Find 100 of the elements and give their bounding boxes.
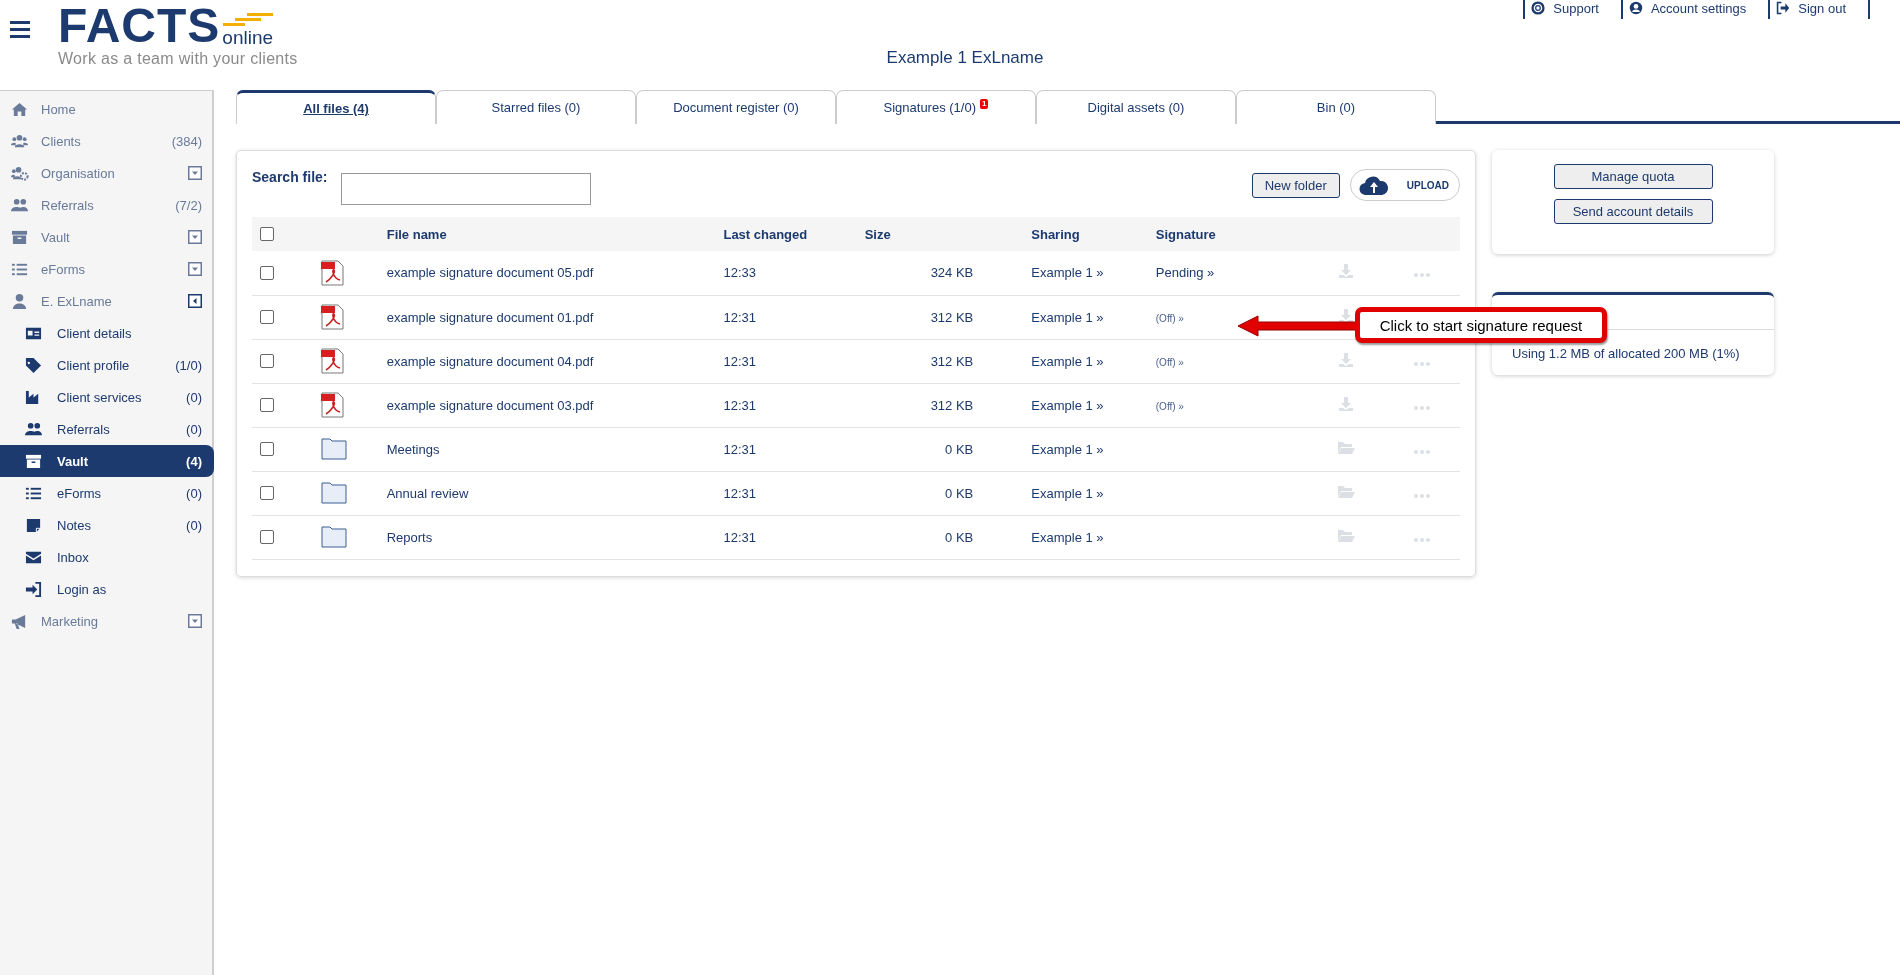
- table-cell: 12:31: [723, 295, 865, 339]
- tab[interactable]: Bin (0): [1236, 90, 1436, 124]
- expand-toggle-icon[interactable]: [188, 614, 202, 628]
- sidebar-item[interactable]: Client profile (1/0): [0, 349, 214, 381]
- sidebar-item[interactable]: Marketing: [0, 605, 214, 637]
- archive-box-icon: [24, 452, 43, 470]
- tab[interactable]: Starred files (0): [436, 90, 636, 124]
- sharing-link[interactable]: Example 1 »: [1031, 529, 1104, 545]
- new-folder-button[interactable]: New folder: [1251, 172, 1340, 198]
- sidebar-item[interactable]: Clients (384): [0, 125, 214, 157]
- collapse-toggle-icon[interactable]: [188, 294, 202, 308]
- header-link[interactable]: Sign out: [1768, 0, 1870, 19]
- column-header: File name: [386, 217, 724, 251]
- folder-icon: [320, 438, 347, 460]
- tab[interactable]: All files (4): [236, 90, 436, 124]
- file-name[interactable]: example signature document 05.pdf: [386, 251, 724, 295]
- table-cell: 0 KB: [864, 427, 974, 471]
- file-name[interactable]: Reports: [386, 515, 724, 559]
- sign-in-icon: [24, 580, 43, 598]
- signature-link[interactable]: (Off) »: [1155, 312, 1184, 324]
- sidebar-item[interactable]: Referrals (7/2): [0, 189, 214, 221]
- pdf-file-icon: [320, 259, 345, 286]
- menu-icon: [10, 20, 30, 38]
- checkbox[interactable]: [260, 442, 274, 456]
- table-cell: 0 KB: [864, 515, 974, 559]
- folder-open-icon: [1336, 484, 1355, 499]
- table-cell: 312 KB: [864, 295, 974, 339]
- column-header: Last changed: [723, 217, 865, 251]
- sidebar-item[interactable]: eForms: [0, 253, 214, 285]
- person-icon: [10, 292, 29, 310]
- sidebar-item[interactable]: Vault: [0, 221, 214, 253]
- search-field[interactable]: [341, 173, 592, 205]
- lifebuoy-icon: [1531, 1, 1546, 15]
- quota-button[interactable]: Send account details: [1553, 199, 1713, 224]
- file-name[interactable]: Annual review: [386, 471, 724, 515]
- file-name[interactable]: example signature document 03.pdf: [386, 383, 724, 427]
- sharing-link[interactable]: Example 1 »: [1031, 441, 1104, 457]
- table-cell: 12:31: [723, 515, 865, 559]
- folder-icon: [320, 482, 347, 504]
- logo-suffix: online: [222, 28, 274, 48]
- table-cell: 12:31: [723, 427, 865, 471]
- cloud-upload-icon: [1358, 174, 1389, 196]
- checkbox[interactable]: [260, 354, 274, 368]
- sidebar-item[interactable]: Login as: [0, 573, 214, 605]
- more-icon: [1413, 493, 1430, 498]
- sidebar-item[interactable]: Vault (4): [0, 445, 214, 477]
- tab[interactable]: Digital assets (0): [1036, 90, 1236, 124]
- users-gear-icon: [10, 164, 29, 182]
- folder-open-icon: [1336, 528, 1355, 543]
- upload-button[interactable]: UPLOAD: [1349, 169, 1460, 201]
- sidebar-item[interactable]: E. ExLname: [0, 285, 214, 317]
- sidebar-item[interactable]: Home: [0, 93, 214, 125]
- sidebar-item[interactable]: Client details: [0, 317, 214, 349]
- archive-box-icon: [10, 228, 29, 246]
- table-cell: 12:31: [723, 383, 865, 427]
- users-icon: [10, 196, 29, 214]
- sidebar-item[interactable]: Client services (0): [0, 381, 214, 413]
- logo-tagline: Work as a team with your clients: [58, 50, 298, 68]
- expand-toggle-icon[interactable]: [188, 230, 202, 244]
- column-header: Signature: [1155, 217, 1308, 251]
- checkbox[interactable]: [260, 486, 274, 500]
- sidebar-item[interactable]: Notes (0): [0, 509, 214, 541]
- file-name[interactable]: example signature document 01.pdf: [386, 295, 724, 339]
- search-label: Search file:: [252, 169, 328, 185]
- sidebar-item[interactable]: Organisation: [0, 157, 214, 189]
- file-name[interactable]: Meetings: [386, 427, 724, 471]
- sharing-link[interactable]: Example 1 »: [1031, 485, 1104, 501]
- sidebar-item[interactable]: Inbox: [0, 541, 214, 573]
- checkbox[interactable]: [260, 398, 274, 412]
- signature-link[interactable]: Pending »: [1155, 265, 1215, 281]
- file-name[interactable]: example signature document 04.pdf: [386, 339, 724, 383]
- checkbox[interactable]: [260, 265, 274, 280]
- expand-toggle-icon[interactable]: [188, 262, 202, 276]
- sidebar-item[interactable]: eForms (0): [0, 477, 214, 509]
- sharing-link[interactable]: Example 1 »: [1031, 265, 1104, 281]
- checkbox[interactable]: [260, 310, 274, 324]
- signature-link[interactable]: (Off) »: [1155, 400, 1184, 412]
- sharing-link[interactable]: Example 1 »: [1031, 397, 1104, 413]
- expand-toggle-icon[interactable]: [188, 166, 202, 180]
- header-link[interactable]: Account settings: [1620, 0, 1769, 19]
- sharing-link[interactable]: Example 1 »: [1031, 353, 1104, 369]
- table-cell: 0 KB: [864, 471, 974, 515]
- header-link[interactable]: Support: [1523, 0, 1621, 19]
- table-cell: 12:31: [723, 471, 865, 515]
- tag-icon: [24, 356, 43, 374]
- checkbox[interactable]: [260, 530, 274, 544]
- more-icon: [1413, 361, 1430, 366]
- signature-link[interactable]: (Off) »: [1155, 356, 1184, 368]
- logo-wordmark: FACTS: [58, 4, 221, 48]
- sharing-link[interactable]: Example 1 »: [1031, 309, 1104, 325]
- table-cell: 12:31: [723, 339, 865, 383]
- table-cell: 312 KB: [864, 383, 974, 427]
- column-header: Sharing: [973, 217, 1156, 251]
- sidebar-item[interactable]: Referrals (0): [0, 413, 214, 445]
- more-icon: [1413, 537, 1430, 542]
- tab[interactable]: Document register (0): [636, 90, 836, 124]
- checkbox[interactable]: [260, 227, 274, 241]
- quota-button[interactable]: Manage quota: [1553, 164, 1713, 189]
- callout-box: Click to start signature request: [1355, 307, 1607, 343]
- tab[interactable]: Signatures (1/0) 1: [836, 90, 1036, 124]
